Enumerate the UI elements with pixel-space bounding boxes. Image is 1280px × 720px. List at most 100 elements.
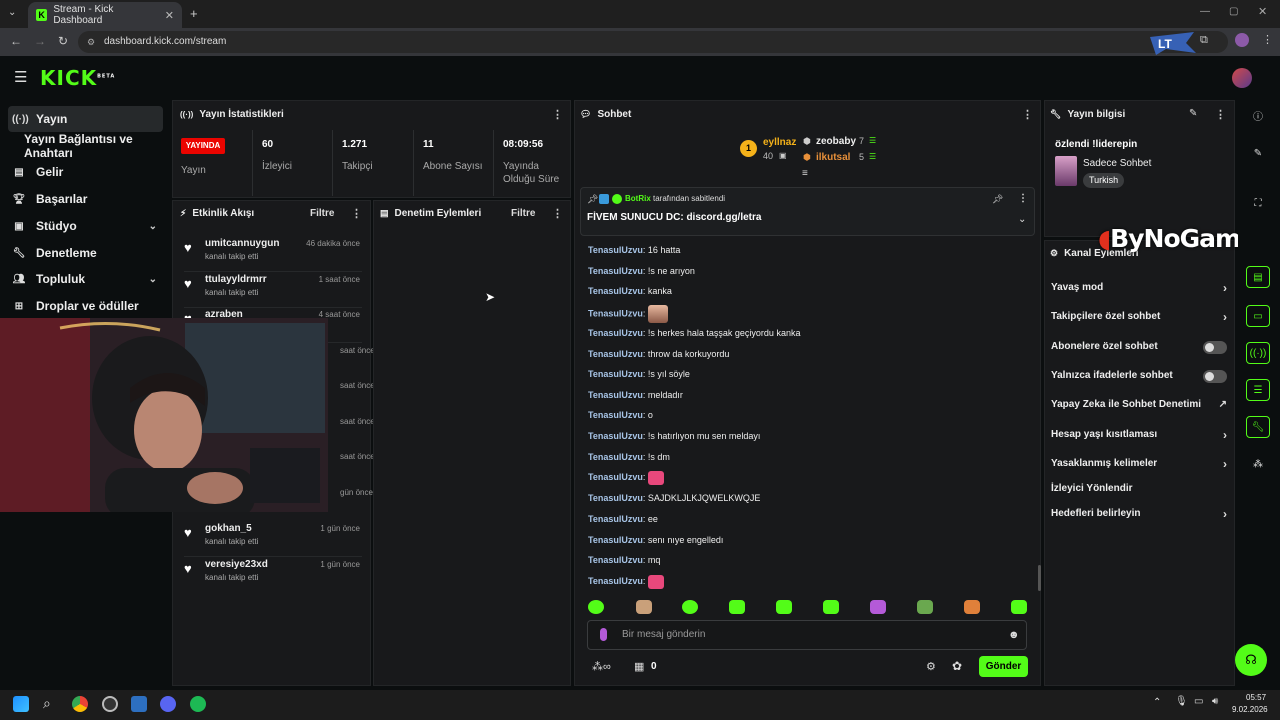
pencil-icon[interactable]: ✎ — [1246, 143, 1270, 165]
emote-button[interactable] — [917, 600, 933, 614]
chat-username[interactable]: TenasulUzvu — [588, 535, 643, 545]
emote-button[interactable] — [729, 600, 745, 614]
chrome-icon[interactable] — [72, 696, 88, 712]
chat-username[interactable]: TenasulUzvu — [588, 349, 643, 359]
chat-username[interactable]: TenasulUzvu — [588, 452, 643, 462]
tray-display-icon[interactable]: ▭ — [1194, 696, 1203, 707]
app-icon[interactable] — [131, 696, 147, 712]
site-info-icon[interactable]: ⚙ — [87, 31, 95, 53]
account-age-setting[interactable]: Hesap yaşı kısıtlaması › — [1051, 425, 1229, 445]
tray-volume-icon[interactable]: 🔊︎ — [1212, 696, 1218, 707]
goals-setting[interactable]: Hedefleri belirleyin › — [1051, 504, 1229, 524]
notes-icon[interactable]: ▤ — [1246, 266, 1270, 288]
chat-message-input[interactable]: Bir mesaj gönderin ☻ — [587, 620, 1027, 650]
wrench-icon[interactable]: 🔧︎ — [1246, 416, 1270, 438]
obs-icon[interactable] — [102, 696, 118, 712]
emote-button[interactable] — [1011, 600, 1027, 614]
shop-icon[interactable]: ▦ — [634, 660, 644, 673]
activity-filter-button[interactable]: Filtre — [310, 208, 334, 219]
search-icon[interactable]: ⌕ — [43, 695, 51, 712]
back-icon[interactable]: ← — [10, 34, 22, 48]
pinned-menu-icon[interactable]: ⋮ — [1018, 193, 1028, 204]
extension-logo-icon[interactable]: LT — [1146, 29, 1198, 57]
sidebar-item-achievements[interactable]: 🏆︎ Başarılar — [8, 186, 163, 212]
followers-only-setting[interactable]: Takipçilere özel sohbet › — [1051, 307, 1229, 327]
spotify-icon[interactable] — [190, 696, 206, 712]
chat-username[interactable]: TenasulUzvu — [588, 390, 643, 400]
tray-chevron-icon[interactable]: ⌃ — [1153, 697, 1161, 708]
emote-button[interactable] — [588, 600, 604, 614]
user-avatar[interactable] — [1232, 68, 1252, 88]
emote-button[interactable] — [964, 600, 980, 614]
tab-list-icon[interactable]: ⌄ — [8, 7, 16, 18]
sidebar-item-drops[interactable]: ⊞ Droplar ve ödüller — [8, 293, 163, 319]
emote-menu-icon[interactable]: ✿ — [952, 659, 962, 673]
clock-time[interactable]: 05:57 — [1246, 693, 1266, 702]
chat-username[interactable]: TenasulUzvu — [588, 555, 643, 565]
discord-icon[interactable] — [160, 696, 176, 712]
chat-username[interactable]: TenasulUzvu — [588, 328, 643, 338]
emotes-only-toggle[interactable] — [1203, 370, 1227, 383]
maximize-icon[interactable]: ▢ — [1229, 6, 1238, 17]
activity-user[interactable]: gokhan_5 — [205, 523, 252, 534]
new-tab-button[interactable]: + — [190, 6, 198, 21]
sidebar-item-stream[interactable]: ((·)) Yayın — [8, 106, 163, 132]
moderation-menu-icon[interactable]: ⋮ — [552, 207, 563, 220]
sidebar-item-revenue[interactable]: ▤ Gelir — [8, 159, 163, 185]
panel-layout-icon[interactable]: ☰ — [1246, 379, 1270, 401]
forward-icon[interactable]: → — [34, 34, 46, 48]
chat-username[interactable]: TenasulUzvu — [588, 369, 643, 379]
chat-username[interactable]: TenasulUzvu — [588, 493, 643, 503]
ai-moderation-setting[interactable]: Yapay Zeka ile Sohbet Denetimi ↗ — [1051, 395, 1229, 415]
stats-menu-icon[interactable]: ⋮ — [552, 108, 563, 121]
hamburger-menu-icon[interactable]: ☰ — [14, 68, 27, 86]
raid-setting[interactable]: İzleyici Yönlendir — [1051, 479, 1229, 499]
activity-menu-icon[interactable]: ⋮ — [351, 207, 362, 220]
chat-username[interactable]: TenasulUzvu — [588, 308, 643, 318]
emote-button[interactable] — [636, 600, 652, 614]
category-name[interactable]: Sadece Sohbet — [1083, 158, 1151, 169]
browser-tab[interactable]: K Stream - Kick Dashboard ✕ — [28, 2, 182, 28]
stream-info-menu-icon[interactable]: ⋮ — [1215, 108, 1226, 121]
leader-name[interactable]: eyllnaz — [763, 137, 796, 148]
info-icon[interactable]: ⓘ — [1246, 107, 1270, 129]
browser-menu-icon[interactable]: ⋮ — [1262, 33, 1273, 46]
edit-icon[interactable]: ✎ — [1189, 108, 1197, 119]
chat-username[interactable]: TenasulUzvu — [588, 266, 643, 276]
sidebar-item-moderation[interactable]: 🔧︎ Denetleme — [8, 240, 163, 266]
banned-words-setting[interactable]: Yasaklanmış kelimeler › — [1051, 454, 1229, 474]
microphone-icon[interactable] — [600, 628, 607, 641]
chat-username[interactable]: TenasulUzvu — [588, 410, 643, 420]
subscribers-only-toggle[interactable] — [1203, 341, 1227, 354]
slow-mode-setting[interactable]: Yavaş mod › — [1051, 278, 1229, 298]
chat-scrollbar[interactable] — [1038, 565, 1041, 591]
emote-button[interactable] — [776, 600, 792, 614]
chat-username[interactable]: TenasulUzvu — [588, 245, 643, 255]
chat-username[interactable]: TenasulUzvu — [588, 431, 643, 441]
sidebar-item-studio[interactable]: ▣ Stüdyo ⌄ — [8, 213, 163, 239]
chevron-down-icon[interactable]: ⌄ — [1018, 214, 1026, 225]
sidebar-item-community[interactable]: 👥︎ Topluluk ⌄ — [8, 266, 163, 292]
activity-user[interactable]: ttulayyldrmrr — [205, 274, 267, 285]
extensions-icon[interactable]: ⧉ — [1200, 34, 1208, 47]
pinned-author[interactable]: BotRix — [625, 194, 651, 203]
reload-icon[interactable]: ↻ — [58, 34, 68, 48]
emoji-picker-icon[interactable]: ☻ — [1008, 621, 1020, 649]
leader-name[interactable]: zeobaby — [816, 136, 856, 147]
clock-date[interactable]: 9.02.2026 — [1232, 705, 1268, 714]
chat-settings-icon[interactable]: ⚙ — [926, 660, 936, 673]
chat-username[interactable]: TenasulUzvu — [588, 576, 643, 586]
tab-close-icon[interactable]: ✕ — [165, 9, 174, 22]
collapse-icon[interactable]: ≡ — [802, 168, 808, 179]
language-tag[interactable]: Turkish — [1083, 173, 1125, 188]
send-button[interactable]: Gönder — [979, 656, 1028, 677]
profile-avatar[interactable] — [1235, 33, 1249, 47]
activity-user[interactable]: veresiye23xd — [205, 559, 268, 570]
moderation-filter-button[interactable]: Filtre — [511, 208, 535, 219]
windows-start-icon[interactable] — [13, 696, 29, 712]
chat-icon[interactable]: ▭ — [1246, 305, 1270, 327]
chat-username[interactable]: TenasulUzvu — [588, 286, 643, 296]
group-icon[interactable]: ⁂ — [1246, 454, 1270, 476]
category-thumbnail[interactable] — [1055, 156, 1077, 186]
emote-button[interactable] — [823, 600, 839, 614]
